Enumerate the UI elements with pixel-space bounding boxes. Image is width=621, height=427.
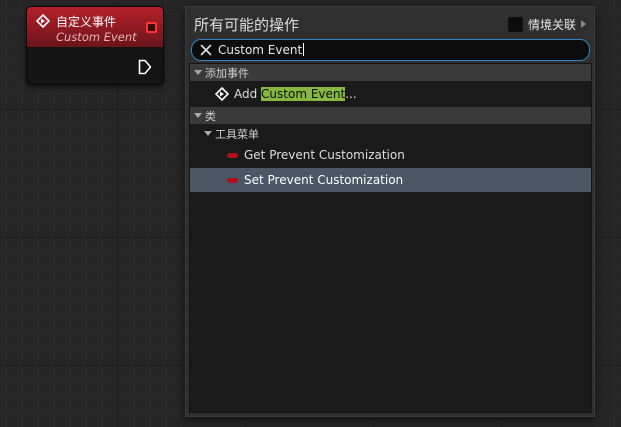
delegate-pin-icon[interactable] xyxy=(146,22,157,33)
node-subtitle: Custom Event xyxy=(56,30,137,44)
event-diamond-icon xyxy=(36,14,50,28)
action-get-prevent-customization[interactable]: Get Prevent Customization xyxy=(190,143,591,167)
category-add-event[interactable]: 添加事件 xyxy=(190,64,591,81)
exec-pin-icon[interactable] xyxy=(138,59,152,75)
action-list: 添加事件 Add Custom Event... 类 工具菜单 Get Prev… xyxy=(189,63,592,413)
search-value[interactable]: Custom Event xyxy=(218,43,302,57)
event-diamond-icon xyxy=(215,87,229,101)
action-label: Set Prevent Customization xyxy=(244,173,404,187)
context-sensitive-label: 情境关联 xyxy=(527,17,576,32)
function-pill-icon xyxy=(227,152,238,158)
category-label: 添加事件 xyxy=(205,66,249,80)
context-sensitive-toggle[interactable]: 情境关联 xyxy=(507,16,586,32)
action-menu: 所有可能的操作 情境关联 Custom Event 添加事件 Add Custo… xyxy=(185,6,595,417)
custom-event-node[interactable]: 自定义事件 Custom Event xyxy=(26,6,164,85)
context-sensitive-checkbox[interactable] xyxy=(507,16,523,32)
action-label: Add Custom Event... xyxy=(234,87,357,101)
search-match-highlight: Custom Event xyxy=(261,87,346,101)
subcategory-tool-menu[interactable]: 工具菜单 xyxy=(204,125,259,142)
action-label: Get Prevent Customization xyxy=(244,148,405,162)
menu-title: 所有可能的操作 xyxy=(194,16,300,34)
triangle-down-icon[interactable] xyxy=(194,113,202,118)
subcategory-label: 工具菜单 xyxy=(215,127,259,141)
text-caret xyxy=(303,43,305,56)
action-set-prevent-customization[interactable]: Set Prevent Customization xyxy=(190,168,591,192)
triangle-down-icon[interactable] xyxy=(204,131,212,136)
category-label: 类 xyxy=(205,109,216,123)
search-input[interactable]: Custom Event xyxy=(191,39,590,61)
action-add-custom-event[interactable]: Add Custom Event... xyxy=(190,82,591,106)
triangle-down-icon[interactable] xyxy=(194,70,202,75)
close-icon[interactable] xyxy=(200,44,212,56)
function-pill-icon xyxy=(227,177,238,183)
node-header: 自定义事件 Custom Event xyxy=(27,7,163,47)
node-title: 自定义事件 xyxy=(56,15,117,29)
triangle-right-icon[interactable] xyxy=(581,20,586,28)
category-class[interactable]: 类 xyxy=(190,107,591,124)
